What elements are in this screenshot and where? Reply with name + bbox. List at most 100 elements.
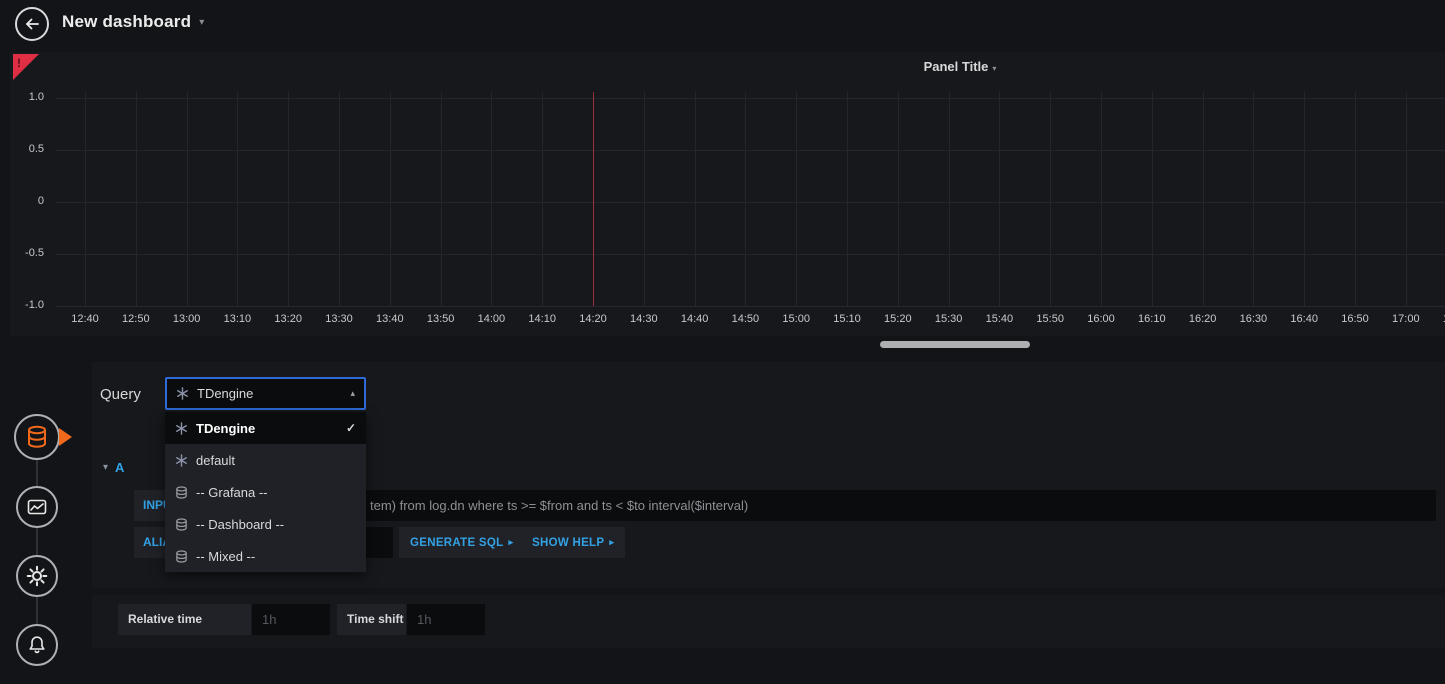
- datasource-select[interactable]: TDengine ▴: [165, 377, 366, 410]
- x-axis-tick-label: 16:10: [1127, 313, 1177, 325]
- tdengine-icon: [175, 422, 188, 435]
- datasource-option[interactable]: -- Dashboard --: [165, 508, 366, 540]
- active-tab-arrow-icon: [59, 428, 72, 446]
- datasource-option[interactable]: -- Grafana --: [165, 476, 366, 508]
- y-axis-tick-label: 0.5: [0, 143, 44, 155]
- x-axis-tick-label: 15:30: [924, 313, 974, 325]
- tab-general[interactable]: [16, 555, 58, 597]
- x-axis-tick-label: 14:00: [466, 313, 516, 325]
- x-axis-tick-label: 17:10: [1432, 313, 1445, 325]
- back-button[interactable]: [15, 7, 49, 41]
- x-axis-tick-label: 14:50: [720, 313, 770, 325]
- x-axis-tick-label: 15:50: [1025, 313, 1075, 325]
- caret-right-icon: ▸: [508, 537, 513, 548]
- tab-rail-connector: [36, 437, 38, 645]
- grid-line-horizontal: [55, 254, 1445, 255]
- grid-line-horizontal: [55, 202, 1445, 203]
- x-axis-tick-label: 13:20: [263, 313, 313, 325]
- tab-visualization[interactable]: [16, 486, 58, 528]
- database-icon: [26, 425, 48, 449]
- grid-line-vertical: [898, 92, 899, 306]
- sql-query-input[interactable]: tem) from log.dn where ts >= $from and t…: [224, 490, 1436, 521]
- grid-line-vertical: [1203, 92, 1204, 306]
- x-axis-tick-label: 14:40: [670, 313, 720, 325]
- grid-line-horizontal: [55, 306, 1445, 307]
- time-shift-input[interactable]: [407, 604, 485, 635]
- arrow-left-icon: [24, 16, 40, 32]
- x-axis-tick-label: 16:40: [1279, 313, 1329, 325]
- datasource-option-label: -- Grafana --: [196, 485, 268, 500]
- collapse-caret-icon: ▾: [103, 462, 108, 473]
- relative-time-input[interactable]: [252, 604, 330, 635]
- grid-line-vertical: [491, 92, 492, 306]
- grid-line-vertical: [441, 92, 442, 306]
- x-axis-tick-label: 13:40: [365, 313, 415, 325]
- grid-line-vertical: [288, 92, 289, 306]
- query-ref-id: A: [115, 460, 124, 475]
- x-axis-tick-label: 13:00: [162, 313, 212, 325]
- annotation-line: [593, 92, 594, 306]
- grid-line-vertical: [644, 92, 645, 306]
- show-help-label: SHOW HELP: [532, 537, 604, 549]
- grid-line-vertical: [542, 92, 543, 306]
- x-axis-tick-label: 17:00: [1381, 313, 1431, 325]
- error-exclamation: !: [17, 56, 21, 70]
- grid-line-horizontal: [55, 98, 1445, 99]
- chevron-down-icon: ▾: [992, 64, 996, 73]
- grid-line-vertical: [1304, 92, 1305, 306]
- horizontal-scrollbar[interactable]: [880, 341, 1030, 348]
- x-axis-tick-label: 16:30: [1228, 313, 1278, 325]
- x-axis-tick-label: 14:30: [619, 313, 669, 325]
- tab-queries[interactable]: [14, 414, 60, 460]
- generate-sql-label: GENERATE SQL: [410, 537, 503, 549]
- x-axis-tick-label: 14:20: [568, 313, 618, 325]
- x-axis-tick-label: 12:50: [111, 313, 161, 325]
- check-icon: ✓: [346, 421, 356, 435]
- caret-right-icon: ▸: [609, 537, 614, 548]
- y-axis-tick-label: 0: [0, 195, 44, 207]
- grid-line-vertical: [1101, 92, 1102, 306]
- database-icon: [175, 550, 188, 563]
- tab-alert[interactable]: [16, 624, 58, 666]
- panel-error-indicator[interactable]: !: [13, 54, 39, 80]
- show-help-button[interactable]: SHOW HELP ▸: [521, 527, 625, 558]
- top-bar: New dashboard ▾: [0, 0, 1445, 48]
- relative-time-label: Relative time: [118, 604, 251, 635]
- dashboard-title-menu[interactable]: New dashboard ▾: [62, 12, 204, 32]
- panel-header[interactable]: Panel Title▾: [0, 58, 1445, 76]
- x-axis-tick-label: 15:00: [771, 313, 821, 325]
- x-axis-tick-label: 12:40: [60, 313, 110, 325]
- grid-line-vertical: [1355, 92, 1356, 306]
- database-icon: [175, 518, 188, 531]
- query-row-header[interactable]: ▾ A: [103, 460, 124, 475]
- datasource-dropdown-menu: TDengine✓ default -- Grafana -- -- Dashboar…: [165, 412, 366, 572]
- y-axis-tick-label: -1.0: [0, 299, 44, 311]
- grid-line-vertical: [1050, 92, 1051, 306]
- grid-line-vertical: [1253, 92, 1254, 306]
- grid-line-vertical: [390, 92, 391, 306]
- grid-line-vertical: [847, 92, 848, 306]
- datasource-option[interactable]: default: [165, 444, 366, 476]
- datasource-option-label: default: [196, 453, 235, 468]
- x-axis-tick-label: 16:50: [1330, 313, 1380, 325]
- y-axis-tick-label: -0.5: [0, 247, 44, 259]
- grid-line-vertical: [796, 92, 797, 306]
- datasource-option-label: -- Mixed --: [196, 549, 255, 564]
- generate-sql-button[interactable]: GENERATE SQL ▸: [399, 527, 524, 558]
- x-axis-tick-label: 16:20: [1178, 313, 1228, 325]
- x-axis-tick-label: 13:10: [212, 313, 262, 325]
- grid-line-vertical: [745, 92, 746, 306]
- chevron-up-icon: ▴: [350, 388, 355, 399]
- datasource-option[interactable]: TDengine✓: [165, 412, 366, 444]
- grid-line-vertical: [1152, 92, 1153, 306]
- x-axis-tick-label: 15:40: [974, 313, 1024, 325]
- bell-icon: [27, 635, 47, 655]
- datasource-option-label: -- Dashboard --: [196, 517, 284, 532]
- grid-line-vertical: [237, 92, 238, 306]
- datasource-option[interactable]: -- Mixed --: [165, 540, 366, 572]
- grid-line-vertical: [695, 92, 696, 306]
- grid-line-vertical: [136, 92, 137, 306]
- datasource-selected-value: TDengine: [197, 386, 342, 401]
- database-icon: [175, 486, 188, 499]
- query-section-label: Query: [100, 386, 141, 403]
